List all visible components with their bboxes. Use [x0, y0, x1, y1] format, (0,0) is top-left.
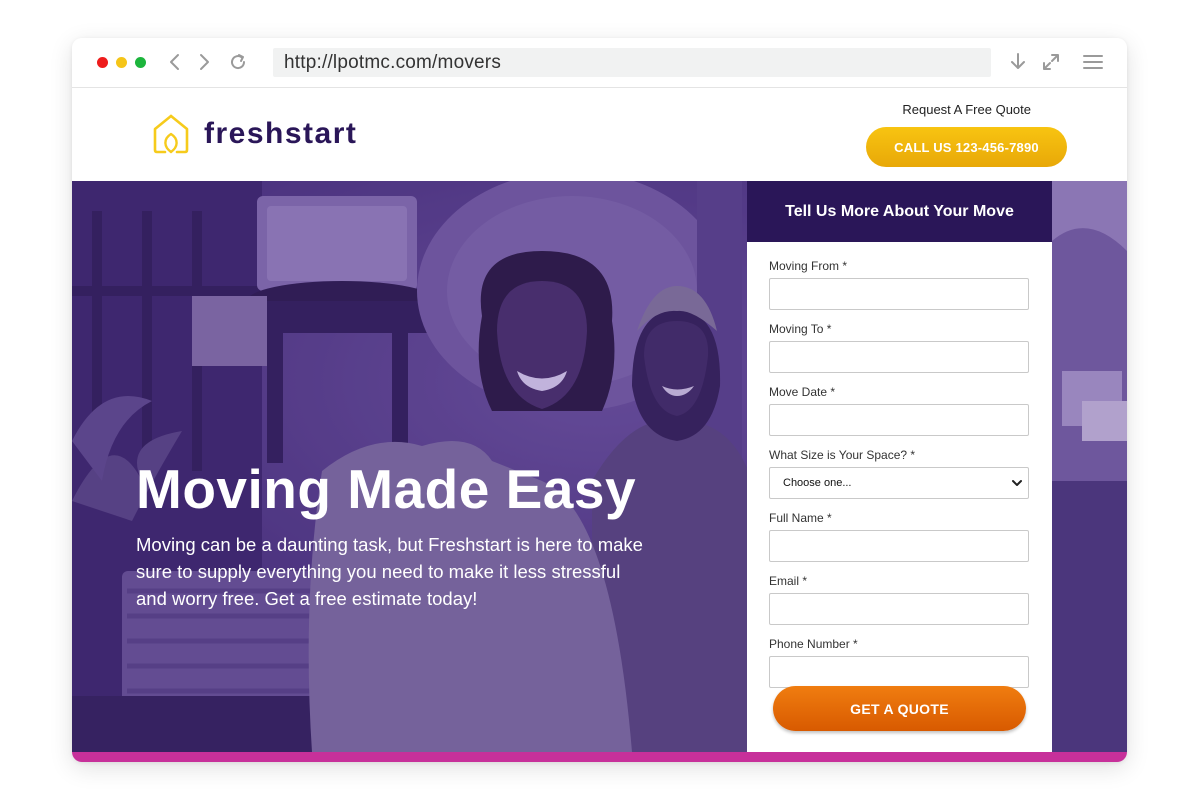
- close-window-button[interactable]: [97, 57, 108, 68]
- space-size-selected-value: Choose one...: [783, 477, 852, 489]
- email-label: Email *: [769, 574, 808, 588]
- url-text: http://lpotmc.com/movers: [284, 51, 502, 73]
- full-name-input[interactable]: [769, 530, 1029, 562]
- expand-icon[interactable]: [1039, 50, 1063, 74]
- phone-label: Phone Number *: [769, 637, 858, 651]
- browser-window: http://lpotmc.com/movers freshstart Requ…: [72, 38, 1127, 762]
- moving-to-label: Moving To *: [769, 322, 832, 336]
- site-header: freshstart Request A Free Quote CALL US …: [72, 88, 1127, 181]
- footer-accent-bar: [72, 752, 1127, 762]
- house-icon: [153, 114, 189, 154]
- moving-to-input[interactable]: [769, 341, 1029, 373]
- moving-from-label: Moving From *: [769, 259, 848, 273]
- request-quote-text: Request A Free Quote: [902, 102, 1031, 117]
- phone-input[interactable]: [769, 656, 1029, 688]
- minimize-window-button[interactable]: [116, 57, 127, 68]
- hero-section: Moving Made Easy Moving can be a dauntin…: [72, 181, 1127, 752]
- form-title: Tell Us More About Your Move: [785, 202, 1014, 220]
- full-name-label: Full Name *: [769, 511, 832, 525]
- quote-form: Moving From * Moving To * Move Date * Wh…: [747, 242, 1052, 688]
- hero-title: Moving Made Easy: [136, 458, 637, 520]
- email-input[interactable]: [769, 593, 1029, 625]
- logo-wordmark: freshstart: [204, 117, 358, 150]
- hero-subtitle: Moving can be a daunting task, but Fresh…: [136, 534, 643, 609]
- space-size-select[interactable]: Choose one...: [769, 467, 1029, 499]
- move-date-label: Move Date *: [769, 385, 836, 399]
- call-us-button[interactable]: CALL US 123-456-7890: [866, 127, 1067, 167]
- space-size-label: What Size is Your Space? *: [769, 448, 916, 462]
- reload-icon[interactable]: [226, 50, 250, 74]
- form-header: Tell Us More About Your Move: [747, 181, 1052, 242]
- quote-form-panel: Tell Us More About Your Move Moving From…: [747, 181, 1052, 752]
- get-quote-button[interactable]: GET A QUOTE: [773, 686, 1026, 731]
- address-bar[interactable]: http://lpotmc.com/movers: [273, 48, 991, 77]
- maximize-window-button[interactable]: [135, 57, 146, 68]
- move-date-input[interactable]: [769, 404, 1029, 436]
- browser-toolbar: http://lpotmc.com/movers: [72, 38, 1127, 88]
- moving-from-input[interactable]: [769, 278, 1029, 310]
- menu-icon[interactable]: [1081, 50, 1105, 74]
- back-icon[interactable]: [163, 50, 187, 74]
- download-icon[interactable]: [1006, 50, 1030, 74]
- freshstart-logo[interactable]: freshstart: [150, 112, 357, 156]
- chevron-down-icon: [1012, 480, 1022, 486]
- forward-icon[interactable]: [192, 50, 216, 74]
